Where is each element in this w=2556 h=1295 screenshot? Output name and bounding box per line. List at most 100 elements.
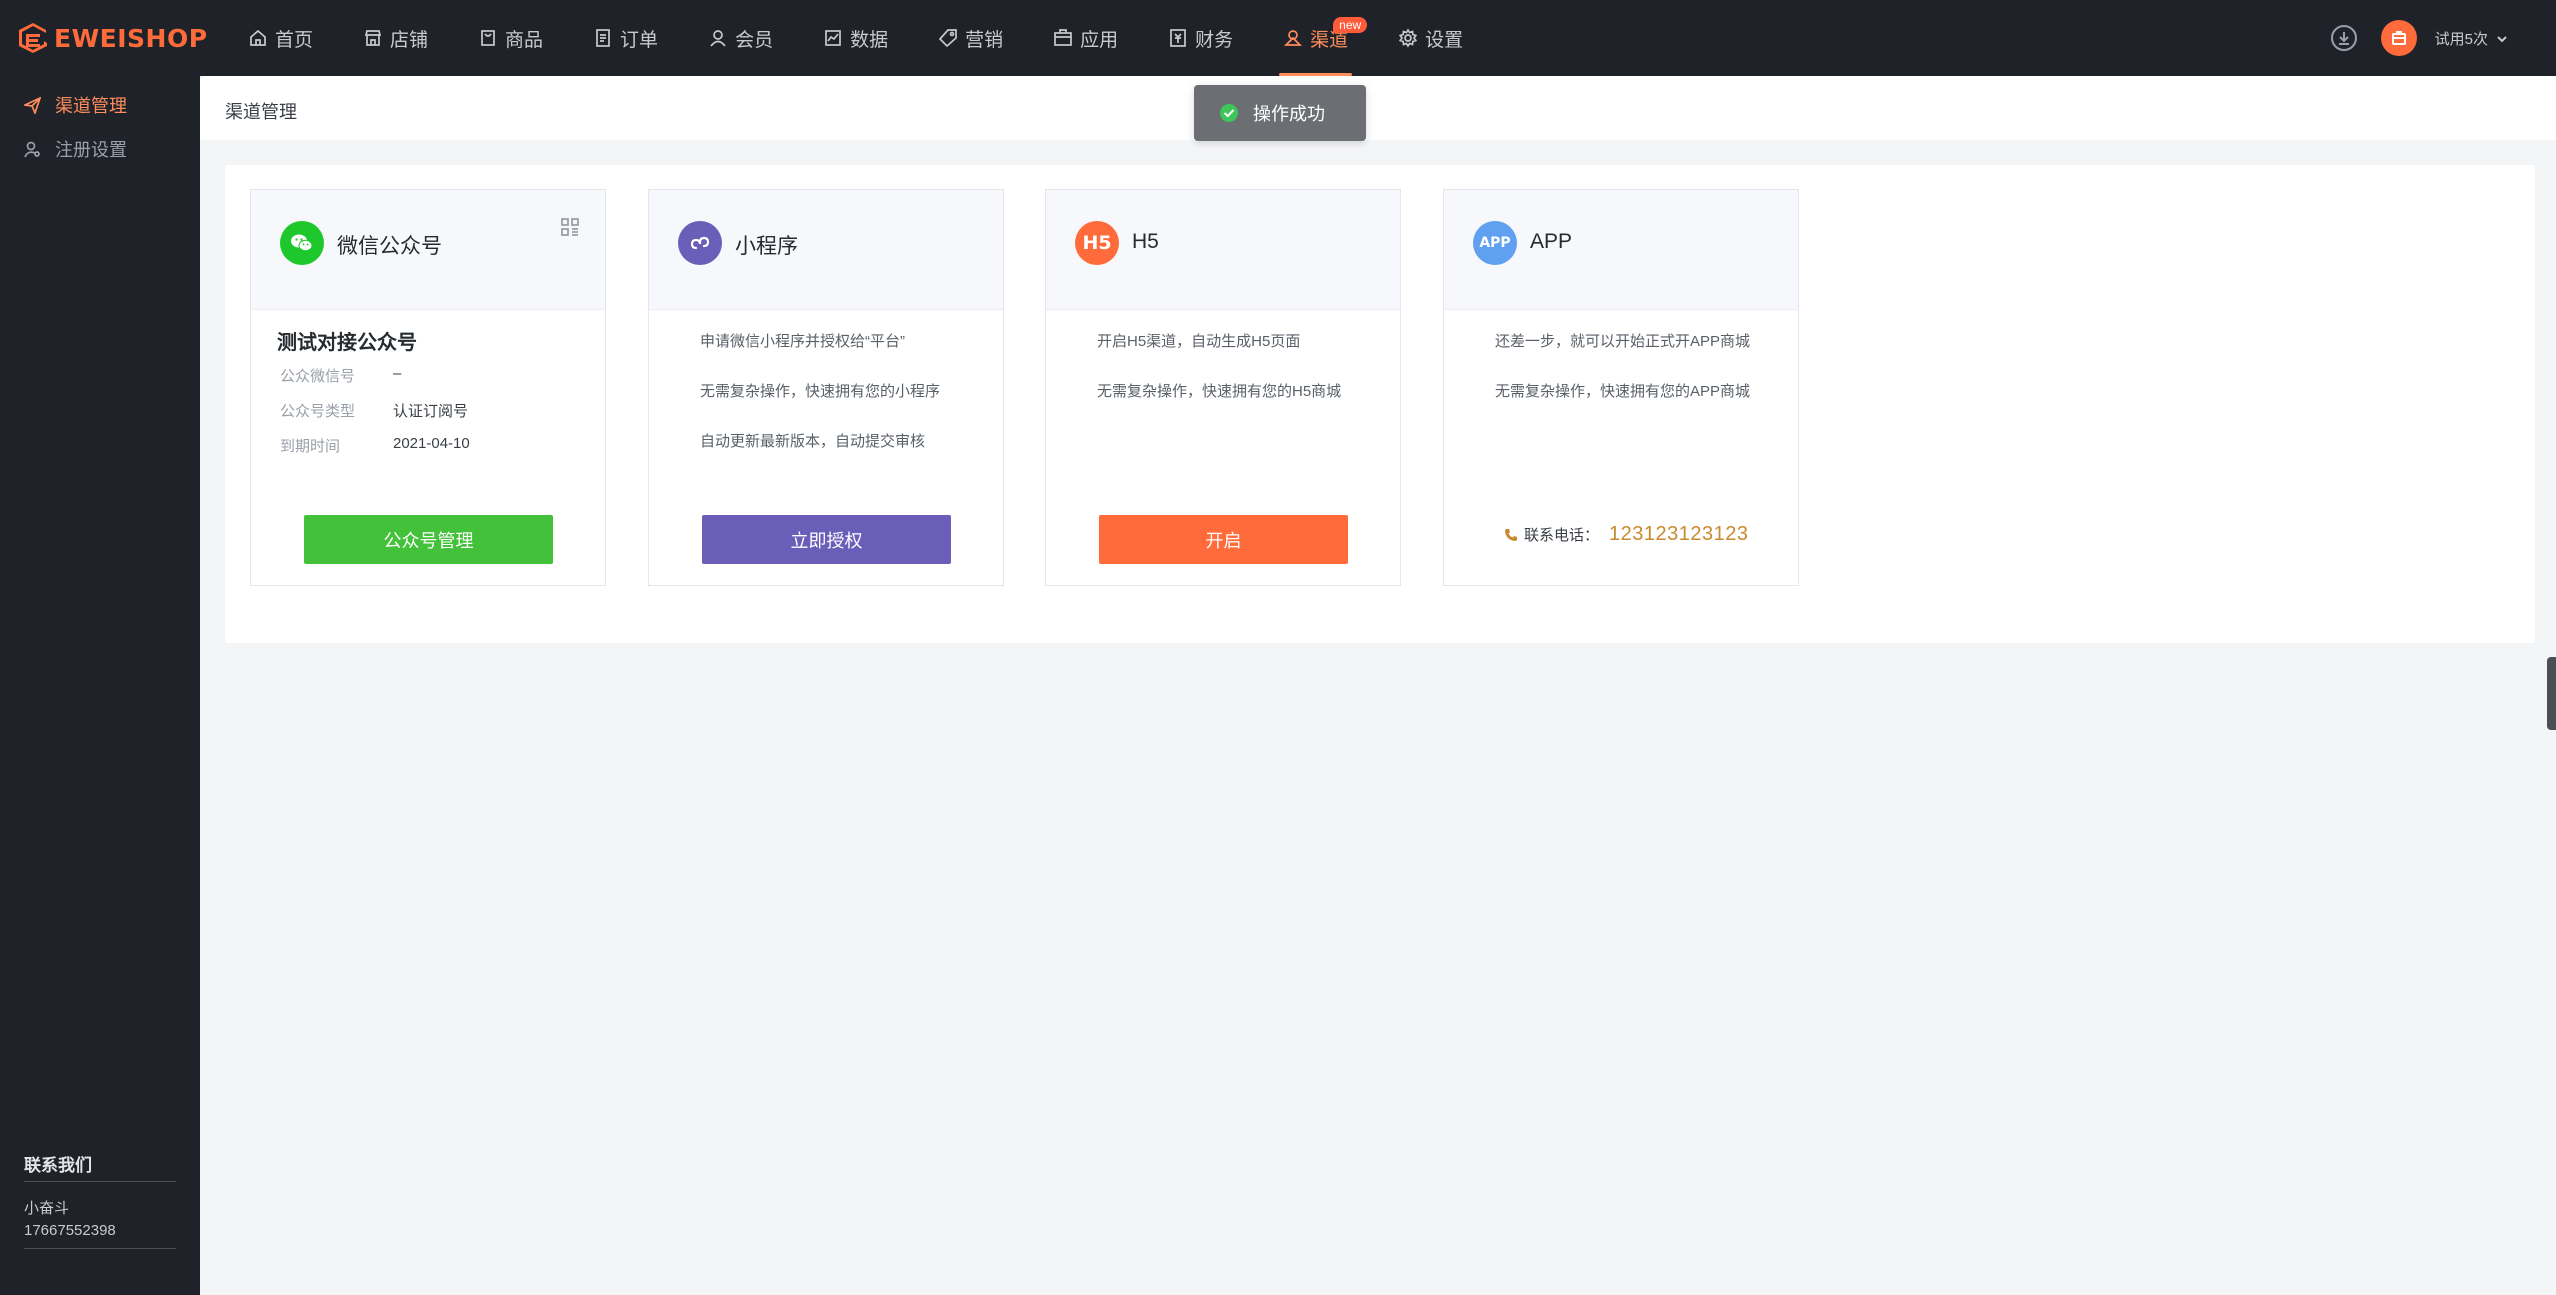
sidebar-item-channel-management[interactable]: 渠道管理: [24, 90, 127, 120]
send-icon: [24, 96, 41, 114]
info-value: 2021-04-10: [393, 435, 470, 452]
contact-phone-row: 联系电话： 123123123123: [1504, 523, 1749, 546]
brand-name: EWEISHOP: [54, 23, 208, 53]
nav-label: 应用: [1080, 29, 1119, 51]
member-icon: [710, 30, 726, 47]
phone-label: 联系电话：: [1524, 527, 1600, 544]
nav-item-goods[interactable]: 商品: [466, 0, 555, 76]
channel-card-h5: H5 H5 开启H5渠道，自动生成H5页面 无需复杂操作，快速拥有您的H5商城 …: [1045, 189, 1401, 586]
nav-item-apps[interactable]: 应用: [1041, 0, 1130, 76]
app-box-icon: [1054, 29, 1072, 46]
contact-us: 联系我们 小奋斗 17667552398: [24, 1151, 176, 1249]
card-description: 申请微信小程序并授权给“平台”: [700, 333, 905, 350]
info-row-expiry: 到期时间 2021-04-10: [280, 435, 470, 456]
chevron-down-icon[interactable]: [2496, 32, 2508, 44]
main-content: 渠道管理 微信公众号 测试对接公众号 公众微信号 – 公众号类型 认证订阅号 到…: [200, 76, 2556, 1295]
sidebar: 渠道管理 注册设置 联系我们 小奋斗 17667552398: [0, 76, 200, 1295]
phone-number[interactable]: 123123123123: [1609, 523, 1748, 546]
home-icon: [250, 29, 266, 46]
sidebar-item-label: 注册设置: [55, 140, 127, 160]
nav-label: 商品: [505, 29, 544, 51]
manage-account-button[interactable]: 公众号管理: [304, 515, 553, 564]
info-row-wechat-id: 公众微信号 –: [280, 365, 401, 386]
h5-icon: H5: [1075, 221, 1119, 265]
nav-label: 营销: [965, 29, 1004, 51]
nav-item-marketing[interactable]: 营销: [926, 0, 1015, 76]
nav-item-finance[interactable]: 财务: [1156, 0, 1245, 76]
contact-name: 小奋斗: [24, 1200, 70, 1217]
side-drawer-handle[interactable]: [2547, 657, 2556, 730]
phone-icon: [1504, 528, 1518, 542]
order-icon: [596, 29, 610, 47]
card-description: 无需复杂操作，快速拥有您的小程序: [700, 383, 941, 400]
avatar[interactable]: [2380, 20, 2417, 56]
channel-icon: [1284, 30, 1303, 46]
nav-label: 首页: [275, 29, 314, 51]
nav-label: 会员: [735, 29, 774, 51]
card-description: 还差一步，就可以开始正式开APP商城: [1495, 333, 1751, 350]
info-row-account-type: 公众号类型 认证订阅号: [280, 400, 468, 421]
account-name: 测试对接公众号: [277, 332, 417, 354]
wechat-icon: [280, 221, 324, 265]
info-label: 公众号类型: [280, 403, 356, 420]
nav-item-data[interactable]: 数据: [811, 0, 900, 76]
info-label: 到期时间: [280, 438, 341, 455]
card-title: H5: [1132, 230, 1159, 253]
nav-label: 订单: [620, 29, 659, 51]
nav-item-store[interactable]: 店铺: [351, 0, 440, 76]
card-description: 自动更新最新版本，自动提交审核: [700, 433, 926, 450]
nav-item-order[interactable]: 订单: [581, 0, 670, 76]
nav-label: 数据: [850, 29, 889, 51]
channel-panel: 微信公众号 测试对接公众号 公众微信号 – 公众号类型 认证订阅号 到期时间 2…: [225, 165, 2535, 643]
card-description: 无需复杂操作，快速拥有您的APP商城: [1495, 383, 1751, 400]
enable-button[interactable]: 开启: [1099, 515, 1348, 564]
card-header: 小程序: [649, 190, 1003, 310]
goods-icon: [481, 30, 495, 46]
breadcrumb: 渠道管理: [225, 102, 297, 122]
app-icon-text: APP: [1479, 235, 1511, 251]
contact-title: 联系我们: [24, 1151, 176, 1182]
qr-code-icon[interactable]: [561, 218, 579, 236]
contact-phone: 17667552398: [24, 1222, 116, 1239]
nav-item-member[interactable]: 会员: [696, 0, 785, 76]
trial-count[interactable]: 试用5次: [2435, 28, 2488, 49]
card-description: 无需复杂操作，快速拥有您的H5商城: [1097, 383, 1342, 400]
info-label: 公众微信号: [280, 368, 356, 385]
store-icon: [364, 30, 382, 46]
new-badge: new: [1333, 17, 1368, 33]
brand-logo[interactable]: EWEISHOP: [18, 22, 208, 54]
logo-mark-icon: [19, 23, 47, 53]
card-header: APP APP: [1444, 190, 1798, 310]
channel-card-miniprogram: 小程序 申请微信小程序并授权给“平台” 无需复杂操作，快速拥有您的小程序 自动更…: [648, 189, 1004, 586]
nav-label: 店铺: [390, 29, 429, 51]
chart-icon: [825, 30, 841, 46]
nav-label: 财务: [1195, 29, 1234, 51]
nav-item-home[interactable]: 首页: [236, 0, 325, 76]
user-settings-icon: [24, 141, 40, 157]
success-toast: 操作成功: [1194, 85, 1366, 141]
download-icon[interactable]: [2330, 25, 2357, 51]
nav-item-channel[interactable]: 渠道 new: [1271, 0, 1368, 76]
shop-icon: [2391, 31, 2406, 45]
card-title: 小程序: [735, 235, 798, 258]
success-check-icon: [1219, 103, 1239, 123]
finance-icon: [1170, 29, 1186, 47]
top-right-tools: 试用5次: [2330, 0, 2556, 76]
authorize-button[interactable]: 立即授权: [702, 515, 951, 564]
top-navbar: EWEISHOP 首页 店铺 商品 订单 会员 数据 营销 应用 财务 渠道 n…: [0, 0, 2556, 76]
miniprogram-icon: [678, 221, 722, 265]
breadcrumb-bar: 渠道管理: [200, 76, 2556, 140]
sidebar-item-label: 渠道管理: [55, 96, 127, 116]
channel-card-app: APP APP 还差一步，就可以开始正式开APP商城 无需复杂操作，快速拥有您的…: [1443, 189, 1799, 586]
divider: [24, 1248, 176, 1249]
gear-icon: [1398, 28, 1418, 48]
info-value: 认证订阅号: [393, 403, 469, 420]
card-header: H5 H5: [1046, 190, 1400, 310]
toast-message: 操作成功: [1253, 104, 1325, 124]
sidebar-item-register-settings[interactable]: 注册设置: [24, 134, 127, 164]
info-value: –: [393, 365, 402, 382]
nav-label: 设置: [1425, 29, 1464, 51]
channel-card-wechat: 微信公众号 测试对接公众号 公众微信号 – 公众号类型 认证订阅号 到期时间 2…: [250, 189, 606, 586]
nav-item-settings[interactable]: 设置: [1386, 0, 1475, 76]
app-icon: APP: [1473, 221, 1517, 265]
